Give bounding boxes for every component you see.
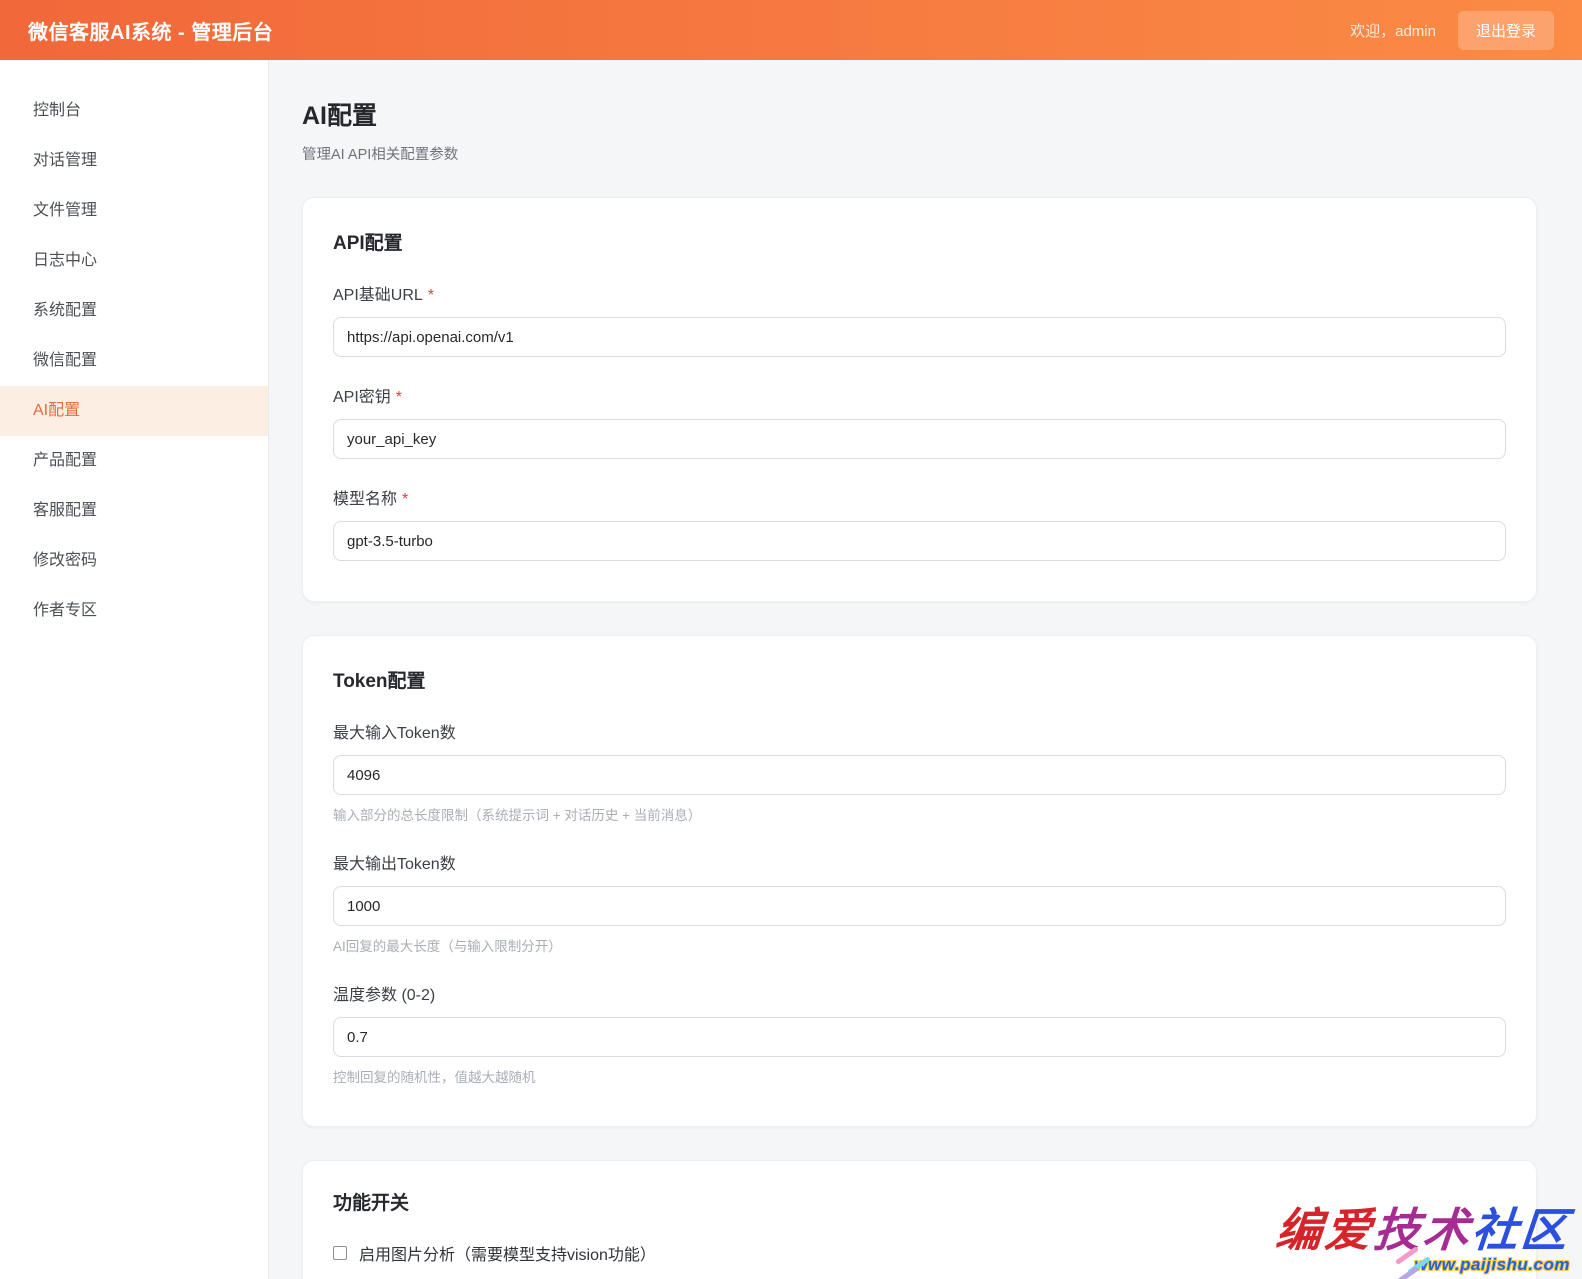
required-asterisk: *: [402, 491, 409, 508]
max-input-tokens-input[interactable]: [333, 755, 1506, 795]
max-output-tokens-field-group: 最大输出Token数 AI回复的最大长度（与输入限制分开）: [333, 850, 1506, 955]
welcome-text: 欢迎，admin: [1350, 22, 1436, 40]
api-config-card: API配置 API基础URL* API密钥* 模型名称*: [302, 197, 1537, 602]
api-base-url-label: API基础URL *: [333, 281, 1506, 305]
model-name-label: 模型名称 *: [333, 485, 1506, 509]
image-analysis-checkbox[interactable]: [333, 1246, 347, 1260]
sidebar-item-change-password[interactable]: 修改密码: [0, 536, 268, 586]
api-key-label: API密钥 *: [333, 383, 1506, 407]
max-input-tokens-label: 最大输入Token数: [333, 725, 456, 742]
feature-switch-card-title: 功能开关: [333, 1193, 410, 1214]
model-name-input[interactable]: [333, 521, 1506, 561]
app-header: 微信客服AI系统 - 管理后台 欢迎，admin 退出登录: [0, 0, 1582, 60]
sidebar-item-system-config[interactable]: 系统配置: [0, 286, 268, 336]
sidebar-item-product-config[interactable]: 产品配置: [0, 436, 268, 486]
temperature-input[interactable]: [333, 1017, 1506, 1057]
logout-button[interactable]: 退出登录: [1457, 10, 1554, 50]
main-layout: 控制台 对话管理 文件管理 日志中心 系统配置 微信配置 AI配置 产品配置 客…: [0, 60, 1582, 1279]
required-asterisk: *: [427, 287, 435, 304]
sidebar-item-ai-config[interactable]: AI配置: [0, 386, 268, 436]
api-config-card-title: API配置: [333, 233, 403, 254]
token-config-card: Token配置 最大输入Token数 输入部分的总长度限制（系统提示词 + 对话…: [302, 635, 1537, 1127]
page-title: AI配置: [302, 102, 378, 130]
sidebar-item-conversations[interactable]: 对话管理: [0, 136, 268, 186]
main-content: AI配置 管理AI API相关配置参数 API配置 API基础URL* API密…: [269, 60, 1582, 1279]
sidebar: 控制台 对话管理 文件管理 日志中心 系统配置 微信配置 AI配置 产品配置 客…: [0, 60, 269, 1279]
api-key-field-group: API密钥 *: [333, 383, 1506, 459]
temperature-label: 温度参数 (0-2): [333, 987, 436, 1004]
api-base-url-input[interactable]: [333, 317, 1506, 357]
sidebar-item-author-zone[interactable]: 作者专区: [0, 586, 268, 636]
api-base-url-label-text: API基础URL: [333, 287, 423, 304]
max-output-tokens-input[interactable]: [333, 886, 1506, 926]
sidebar-item-files[interactable]: 文件管理: [0, 186, 268, 236]
app-title: 微信客服AI系统 - 管理后台: [28, 21, 274, 44]
api-key-label-text: API密钥: [333, 389, 391, 406]
sidebar-item-wechat-config[interactable]: 微信配置: [0, 336, 268, 386]
app-window: 微信客服AI系统 - 管理后台 欢迎，admin 退出登录 控制台 对话管理 文…: [0, 0, 1582, 1279]
model-name-field-group: 模型名称 *: [333, 485, 1506, 561]
sidebar-item-service-config[interactable]: 客服配置: [0, 486, 268, 536]
max-input-tokens-help: 输入部分的总长度限制（系统提示词 + 对话历史 + 当前消息）: [333, 808, 702, 823]
page-subtitle: 管理AI API相关配置参数: [302, 147, 459, 163]
feature-switch-card: 功能开关 启用图片分析（需要模型支持vision功能） 启用视频分析（需要模型支…: [302, 1160, 1537, 1279]
token-config-card-title: Token配置: [333, 671, 426, 692]
sidebar-item-logs[interactable]: 日志中心: [0, 236, 268, 286]
model-name-label-text: 模型名称: [333, 491, 398, 508]
required-asterisk: *: [395, 389, 403, 406]
max-output-tokens-label: 最大输出Token数: [333, 856, 456, 873]
api-base-url-field-group: API基础URL *: [333, 281, 1506, 357]
max-input-tokens-field-group: 最大输入Token数 输入部分的总长度限制（系统提示词 + 对话历史 + 当前消…: [333, 719, 1506, 824]
sidebar-item-dashboard[interactable]: 控制台: [0, 86, 268, 136]
temperature-help: 控制回复的随机性，值越大越随机: [333, 1070, 536, 1085]
max-output-tokens-help: AI回复的最大长度（与输入限制分开）: [333, 939, 562, 954]
header-right: 欢迎，admin 退出登录: [1350, 10, 1554, 50]
temperature-field-group: 温度参数 (0-2) 控制回复的随机性，值越大越随机: [333, 981, 1506, 1086]
image-analysis-checkbox-row[interactable]: 启用图片分析（需要模型支持vision功能）: [333, 1241, 1506, 1265]
image-analysis-checkbox-label: 启用图片分析（需要模型支持vision功能）: [359, 1247, 656, 1264]
api-key-input[interactable]: [333, 419, 1506, 459]
